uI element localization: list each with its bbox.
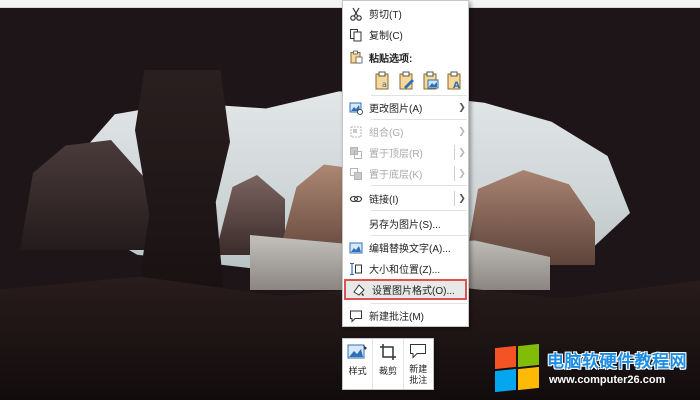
paste-keep-source-formatting-icon[interactable] [397,70,417,92]
menu-item-copy[interactable]: 复制(C) [343,24,468,45]
group-icon [343,121,369,142]
new-comment-button[interactable]: 新建批注 [404,339,433,389]
clipboard-icon [343,50,369,64]
menu-item-link[interactable]: 链接(I) ❯ [343,188,468,209]
change-picture-icon [343,97,369,118]
menu-item-label: 组合(G) [369,128,404,139]
crop-button[interactable]: 裁剪 [373,339,404,389]
menu-item-cut[interactable]: 剪切(T) [343,3,468,24]
link-icon [343,188,369,209]
chevron-right-icon: ❯ [458,168,466,178]
svg-text:a: a [382,80,387,89]
style-button[interactable]: 样式 [343,339,374,389]
chevron-right-icon: ❯ [458,126,466,136]
crop-label: 裁剪 [378,366,397,376]
alt-text-icon [343,237,369,258]
context-menu: 剪切(T) 复制(C) 粘贴选项: a A 更改图片(A) ❯ 组合(G) ❯ … [342,0,469,327]
watermark-url: www.computer26.com [549,374,666,386]
svg-text:A: A [453,81,460,91]
split-divider [454,191,455,206]
menu-item-edit-alt-text[interactable]: 编辑替换文字(A)... [343,237,468,258]
comment-icon [343,305,369,326]
menu-item-label: 另存为图片(S)... [369,220,441,231]
chevron-right-icon: ❯ [458,102,466,112]
paste-use-destination-theme-icon[interactable]: a [373,70,393,92]
size-position-icon [343,258,369,279]
menu-separator [371,119,467,120]
paste-keep-text-only-icon[interactable]: A [445,70,465,92]
menu-item-send-to-back[interactable]: 置于底层(K) ❯ [343,163,468,184]
copy-icon [343,24,369,45]
menu-separator [371,210,467,211]
menu-item-label: 置于顶层(R) [369,149,423,160]
site-watermark: 电脑软硬件教程网 www.computer26.com [493,343,695,395]
menu-item-new-comment[interactable]: 新建批注(M) [343,305,468,326]
comment-icon [409,343,427,361]
menu-item-change-picture[interactable]: 更改图片(A) ❯ [343,97,468,118]
menu-item-group[interactable]: 组合(G) ❯ [343,121,468,142]
menu-item-label: 置于底层(K) [369,170,423,181]
menu-item-label: 复制(C) [369,31,403,42]
format-picture-icon [346,279,372,300]
save-as-picture-icon [343,213,369,234]
mini-toolbar: 样式 裁剪 新建批注 [342,338,434,390]
paste-picture-icon[interactable] [421,70,441,92]
rock-pillar [135,70,230,310]
split-divider [454,145,455,160]
menu-separator [371,95,467,96]
menu-item-label: 剪切(T) [369,10,402,21]
scissors-icon [343,3,369,24]
new-comment-label: 新建批注 [409,364,428,385]
send-to-back-icon [343,163,369,184]
menu-item-label: 更改图片(A) [369,104,423,115]
menu-item-save-as-picture[interactable]: 另存为图片(S)... [343,213,468,234]
menu-separator [371,185,467,186]
crop-icon [379,343,397,363]
menu-item-label: 大小和位置(Z)... [369,265,441,276]
menu-item-format-picture[interactable]: 设置图片格式(O)... [344,279,467,300]
chevron-right-icon: ❯ [458,147,466,157]
menu-item-label: 链接(I) [369,195,399,206]
windows-logo-icon [495,343,541,393]
menu-item-label: 设置图片格式(O)... [372,286,455,297]
style-label: 样式 [348,366,367,376]
paste-options-header: 粘贴选项: [343,47,468,67]
menu-item-label: 新建批注(M) [369,312,424,323]
picture-style-icon [347,343,369,363]
menu-separator [371,303,467,304]
bring-to-front-icon [343,142,369,163]
menu-item-bring-to-front[interactable]: 置于顶层(R) ❯ [343,142,468,163]
menu-item-label: 编辑替换文字(A)... [369,244,451,255]
menu-separator [371,235,467,236]
chevron-right-icon: ❯ [458,193,466,203]
watermark-title: 电脑软硬件教程网 [547,352,687,371]
paste-options-row: a A [373,70,465,94]
menu-item-size-and-position[interactable]: 大小和位置(Z)... [343,258,468,279]
paste-options-label: 粘贴选项: [369,53,413,65]
split-divider [454,166,455,181]
